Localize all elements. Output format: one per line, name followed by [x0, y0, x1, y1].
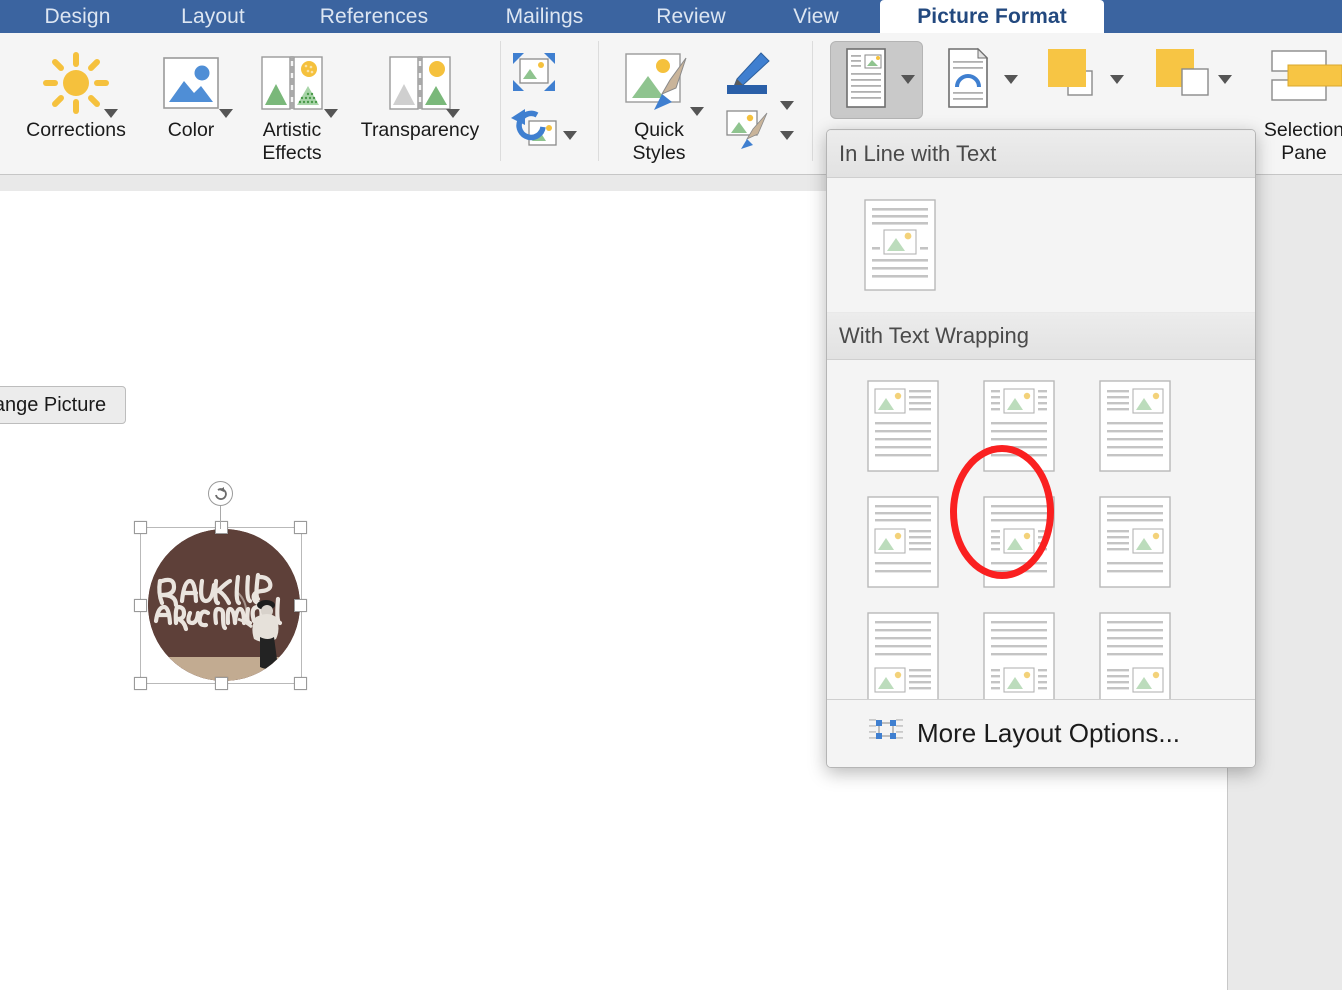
resize-handle-middle-left[interactable] — [134, 599, 147, 612]
chevron-down-icon-corrections[interactable] — [104, 109, 118, 118]
ribbon-button-corrections[interactable]: Corrections — [14, 47, 138, 142]
ribbon-separator — [812, 41, 813, 161]
position-option-top-left[interactable] — [845, 368, 961, 484]
change-picture-button[interactable]: ange Picture — [0, 386, 126, 424]
resize-handle-bottom-center[interactable] — [215, 677, 228, 690]
chevron-down-icon-position[interactable] — [901, 75, 915, 84]
tab-label: Mailings — [505, 4, 584, 28]
ribbon-button-compress-pictures[interactable] — [508, 51, 560, 98]
tab-label: View — [793, 4, 839, 28]
ribbon-label: Corrections — [26, 119, 126, 141]
tab-review[interactable]: Review — [630, 0, 752, 33]
section-title: In Line with Text — [839, 141, 997, 166]
rotate-icon[interactable] — [208, 481, 233, 506]
chevron-down-icon-artistic[interactable] — [324, 109, 338, 118]
layout-options-icon — [869, 717, 903, 750]
compress-pictures-icon — [508, 51, 560, 98]
tab-label: Picture Format — [917, 4, 1067, 28]
ribbon-button-artistic-effects[interactable]: Artistic Effects — [244, 47, 340, 165]
chevron-down-icon-quickstyles[interactable] — [690, 107, 704, 116]
ribbon-button-color[interactable]: Color — [150, 47, 232, 142]
transparency-icon — [350, 47, 490, 119]
inline-with-text-section — [827, 178, 1255, 312]
resize-handle-top-right[interactable] — [294, 521, 307, 534]
ribbon-button-picture-effects[interactable] — [722, 107, 774, 156]
reset-picture-icon — [508, 107, 560, 156]
resize-handle-bottom-left[interactable] — [134, 677, 147, 690]
tab-label: Design — [44, 4, 111, 28]
picture-graffiti — [148, 529, 300, 681]
tab-label: Layout — [181, 4, 245, 28]
ribbon-label: Quick Styles — [632, 119, 686, 164]
bring-forward-icon — [1040, 47, 1110, 108]
with-text-wrapping-section — [827, 360, 1255, 726]
ribbon-button-selection-pane[interactable]: Selection Pane — [1246, 47, 1342, 165]
ribbon-button-bring-forward[interactable] — [1040, 47, 1110, 108]
tab-label: References — [319, 4, 429, 28]
wrapping-options-grid — [845, 368, 1255, 716]
position-option-middle-left[interactable] — [845, 484, 961, 600]
position-option-middle-center[interactable] — [961, 484, 1077, 600]
position-dropdown-menu[interactable]: In Line with Text With Text Wrapping Mor… — [826, 129, 1256, 768]
ribbon-button-quick-styles[interactable]: Quick Styles — [612, 47, 706, 165]
tab-layout[interactable]: Layout — [158, 0, 268, 33]
sun-brightness-icon — [14, 47, 138, 119]
chevron-down-icon-effects[interactable] — [780, 131, 794, 140]
chevron-down-icon-sendbackward[interactable] — [1218, 75, 1232, 84]
dropdown-section-header-wrapping: With Text Wrapping — [827, 312, 1255, 360]
ribbon-separator — [500, 41, 501, 161]
ribbon-button-transparency[interactable]: Transparency — [350, 47, 490, 142]
chevron-down-icon-border[interactable] — [780, 101, 794, 110]
ribbon-button-reset-picture[interactable] — [508, 107, 560, 156]
position-option-in-line-with-text[interactable] — [845, 190, 955, 300]
tab-design[interactable]: Design — [20, 0, 135, 33]
ribbon-separator — [598, 41, 599, 161]
more-layout-options-item[interactable]: More Layout Options... — [827, 699, 1255, 767]
section-title: With Text Wrapping — [839, 323, 1029, 348]
tab-view[interactable]: View — [768, 0, 864, 33]
word-window: Design Layout References Mailings Review… — [0, 0, 1342, 990]
ribbon-label: Transparency — [360, 119, 480, 141]
ribbon-button-picture-border[interactable] — [722, 51, 774, 102]
chevron-down-icon-reset[interactable] — [563, 131, 577, 140]
tab-picture-format[interactable]: Picture Format — [880, 0, 1104, 33]
position-icon — [838, 47, 894, 114]
ribbon-button-send-backward[interactable] — [1148, 47, 1218, 108]
position-option-top-right[interactable] — [1077, 368, 1193, 484]
ribbon-label: Color — [167, 119, 215, 141]
resize-handle-top-center[interactable] — [215, 521, 228, 534]
chevron-down-icon-wraptext[interactable] — [1004, 75, 1018, 84]
ribbon-tab-bar: Design Layout References Mailings Review… — [0, 0, 1342, 33]
ribbon-label: Selection Pane — [1263, 119, 1342, 164]
picture-border-icon — [722, 51, 774, 102]
position-option-middle-right[interactable] — [1077, 484, 1193, 600]
more-layout-options-label: More Layout Options... — [917, 718, 1181, 748]
chevron-down-icon-color[interactable] — [219, 109, 233, 118]
ribbon-button-wrap-text[interactable] — [940, 47, 996, 114]
send-backward-icon — [1148, 47, 1218, 108]
ribbon-button-position[interactable] — [838, 47, 894, 114]
tab-label: Review — [656, 4, 726, 28]
tab-references[interactable]: References — [290, 0, 458, 33]
change-picture-label: ange Picture — [0, 393, 107, 416]
position-option-top-center[interactable] — [961, 368, 1077, 484]
ribbon-label: Artistic Effects — [262, 119, 322, 164]
resize-handle-middle-right[interactable] — [294, 599, 307, 612]
chevron-down-icon-bringforward[interactable] — [1110, 75, 1124, 84]
resize-handle-bottom-right[interactable] — [294, 677, 307, 690]
wrap-text-icon — [940, 47, 996, 114]
tab-mailings[interactable]: Mailings — [472, 0, 617, 33]
selected-picture[interactable] — [134, 481, 307, 690]
dropdown-section-header-inline: In Line with Text — [827, 130, 1255, 178]
resize-handle-top-left[interactable] — [134, 521, 147, 534]
selection-pane-icon — [1246, 47, 1342, 119]
chevron-down-icon-transparency[interactable] — [446, 109, 460, 118]
picture-effects-icon — [722, 107, 774, 156]
